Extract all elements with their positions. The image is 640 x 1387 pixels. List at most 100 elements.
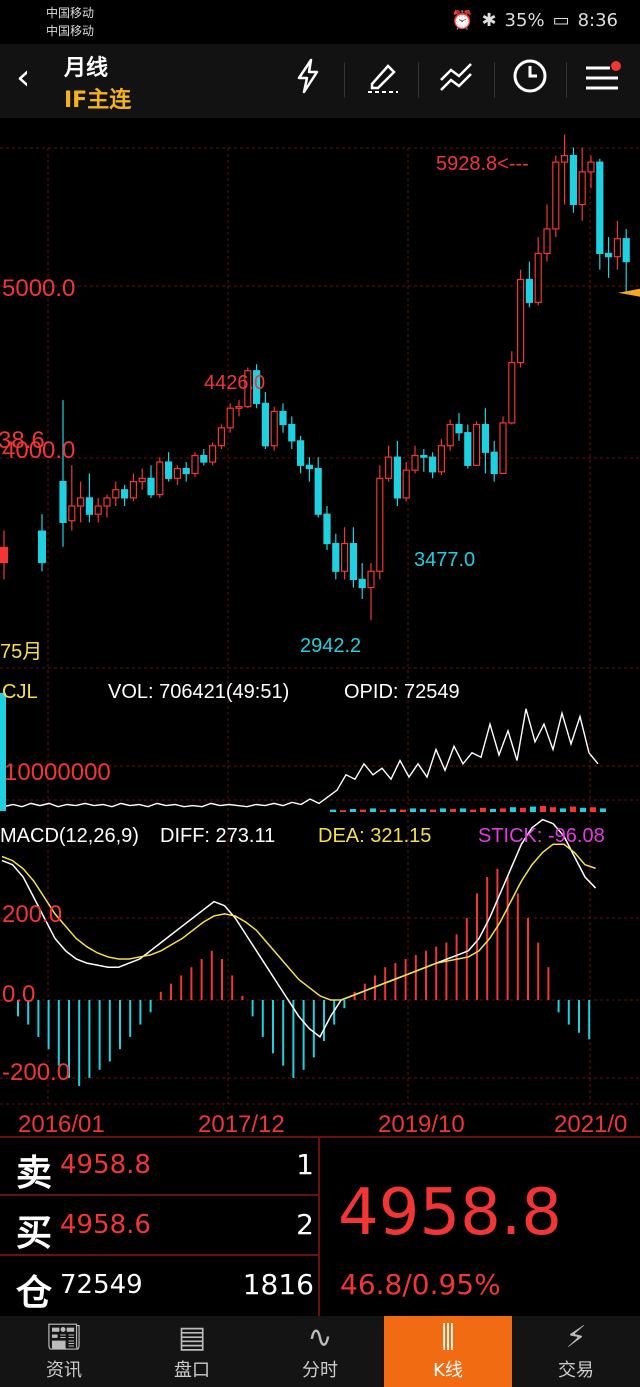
candle-body <box>420 454 428 458</box>
volume-bar <box>550 807 556 812</box>
header-separator <box>494 62 495 98</box>
candle-body <box>596 161 604 254</box>
candle-body <box>305 464 313 470</box>
volume-bar <box>490 809 496 812</box>
menu-icon[interactable] <box>580 58 624 102</box>
candle-body <box>569 154 578 206</box>
open-interest-row: 仓 72549 1816 <box>0 1256 318 1314</box>
candle-body <box>358 578 366 589</box>
candle-body <box>393 456 401 499</box>
back-arrow-icon[interactable]: ‹ <box>16 60 30 96</box>
macd-axis-0: 0.0 <box>2 981 35 1008</box>
candle-body <box>120 489 129 499</box>
candle-body <box>59 481 67 523</box>
volume-bar <box>500 808 506 812</box>
chart-grid <box>0 147 640 1105</box>
lightning-icon[interactable] <box>286 58 330 102</box>
tab-label: 盘口 <box>174 1360 210 1381</box>
bluetooth-icon: ✱ <box>481 10 497 31</box>
candle-body <box>191 454 199 475</box>
candle-body <box>622 238 630 263</box>
bid-row[interactable]: 买 4958.6 2 <box>0 1196 318 1254</box>
volume-bar <box>600 808 606 812</box>
volume-bar <box>370 808 376 812</box>
candle-body <box>103 497 111 507</box>
volume-bar <box>590 807 596 812</box>
tab-intraday[interactable]: ∿ 分时 <box>256 1316 384 1387</box>
macd-dea-line <box>1 843 596 1001</box>
candle-body <box>209 445 217 463</box>
volume-bar <box>460 808 466 812</box>
status-right: ⏰ ✱ 35% ▭ 8:36 <box>451 10 618 31</box>
candle-body <box>578 171 586 206</box>
macd-diff-line <box>1 818 597 1039</box>
ask-volume: 1 <box>296 1148 314 1181</box>
trade-icon: ⚡︎ <box>565 1320 587 1355</box>
tab-trade[interactable]: ⚡︎ 交易 <box>512 1316 640 1387</box>
volume-bar <box>470 809 476 812</box>
header-separator <box>418 62 419 98</box>
candle-body <box>68 505 76 522</box>
price-change: 46.8/0.95% <box>340 1268 501 1301</box>
candle-body <box>604 252 613 258</box>
ask-row[interactable]: 卖 4958.8 1 <box>0 1136 318 1194</box>
volume-bar <box>410 808 416 812</box>
intraday-icon: ∿ <box>307 1320 333 1355</box>
volume-bar <box>0 693 6 811</box>
kline-chart[interactable]: 5928.8<--- 5000.0 38.6 4000.0 4426.0 347… <box>0 118 640 1136</box>
volume-bar <box>400 809 406 812</box>
candle-body <box>156 461 164 496</box>
candle-body <box>499 422 507 475</box>
axis-label-5000: 5000.0 <box>2 275 75 302</box>
volume-bar <box>350 809 356 812</box>
tab-news[interactable]: 📰︎ 资讯 <box>0 1316 128 1387</box>
candle-body <box>332 542 340 572</box>
volume-bar <box>540 806 546 812</box>
volume-bar <box>340 810 346 812</box>
contract-name[interactable]: IF主连 <box>64 82 131 114</box>
candle-body <box>288 423 296 442</box>
tab-kline[interactable]: ⫼ K线 <box>384 1316 512 1387</box>
macd-title: MACD(12,26,9) <box>0 825 139 847</box>
candle-body <box>165 461 173 479</box>
open-interest-line <box>3 708 599 808</box>
trend-lines-icon[interactable] <box>434 58 478 102</box>
candle-body <box>94 505 102 515</box>
last-price-marker <box>618 288 640 297</box>
bid-volume: 2 <box>296 1208 314 1241</box>
news-icon: 📰︎ <box>44 1320 84 1355</box>
ask-price: 4958.8 <box>60 1150 151 1180</box>
header-separator <box>566 62 567 98</box>
candle-body <box>560 154 569 163</box>
header-separator <box>344 62 345 98</box>
macd-diff-readout: DIFF: 273.11 <box>160 825 275 847</box>
candle-body <box>429 456 437 473</box>
candle-body <box>437 445 445 473</box>
candle-body <box>613 238 622 258</box>
candle-body <box>297 440 305 466</box>
volume-bar <box>530 806 536 812</box>
left-bottom-label: 75月 <box>0 641 42 663</box>
quote-panel: 卖 4958.8 1 买 4958.6 2 仓 72549 1816 4958.… <box>0 1136 640 1316</box>
bottom-tab-bar: 📰︎ 资讯 ▤ 盘口 ∿ 分时 ⫼ K线 ⚡︎ 交易 <box>0 1316 640 1387</box>
clock-icon[interactable] <box>508 58 552 102</box>
candle-body <box>147 477 155 496</box>
macd-axis-200: 200.0 <box>2 901 62 928</box>
x-date-label: 2016/01 <box>18 1111 105 1136</box>
tab-orderbook[interactable]: ▤ 盘口 <box>128 1316 256 1387</box>
volume-bar <box>450 809 456 812</box>
candle-body <box>138 477 146 483</box>
candle-body <box>226 407 234 429</box>
low-label-3477: 3477.0 <box>414 549 475 571</box>
candle-body <box>76 497 85 507</box>
volume-readout: VOL: 706421(49:51) <box>108 681 289 703</box>
candle-body <box>217 427 225 447</box>
candlestick-icon: ⫼ <box>441 1320 455 1355</box>
candle-body <box>200 454 208 463</box>
volume-title: CJL <box>2 681 38 703</box>
battery-icon: ▭ <box>552 10 570 31</box>
candle-body <box>455 423 463 434</box>
candle-body <box>112 489 120 499</box>
pencil-icon[interactable] <box>360 58 404 102</box>
volume-bar <box>570 806 576 812</box>
